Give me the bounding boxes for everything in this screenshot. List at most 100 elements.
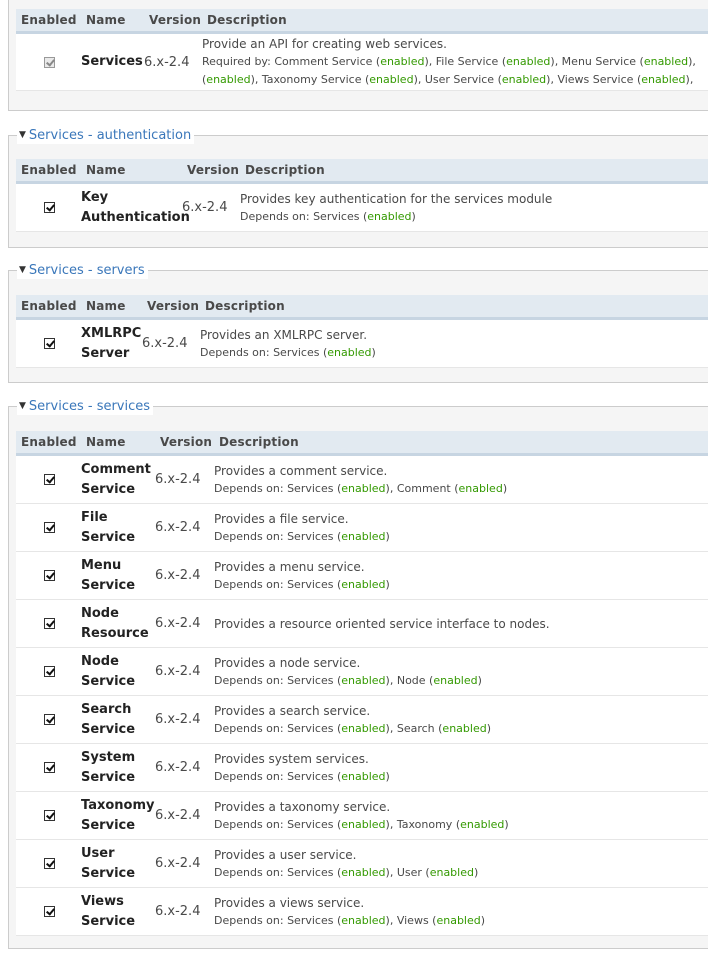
legend-text[interactable]: Services - services [29,398,150,415]
table-header: Enabled Name Version Description [16,159,708,184]
module-name: Services [81,32,144,91]
col-name: Name [81,9,144,34]
module-version: 6.x-2.4 [142,318,200,368]
enabled-cell [16,551,81,600]
col-name: Name [81,295,142,320]
collapse-arrow-icon[interactable]: ▼ [19,398,26,415]
enabled-checkbox[interactable] [44,810,55,821]
description-text: Provides a search service. [214,703,371,718]
legend-text[interactable]: Services - authentication [29,127,191,144]
table-row: XMLRPC Server 6.x-2.4 Provides an XMLRPC … [16,318,708,368]
enabled-cell [16,454,81,504]
module-description: Provides a menu service. Depends on: Serv… [214,551,708,600]
module-version: 6.x-2.4 [155,551,214,600]
module-name-line-1: Key [81,189,109,205]
collapse-arrow-icon[interactable]: ▼ [19,262,26,279]
enabled-checkbox[interactable] [44,714,55,725]
module-name: Key Authentication [81,182,190,232]
enabled-status: enabled [341,577,386,591]
col-description: Description [214,431,708,456]
module-name: Node Resource [81,599,155,648]
module-name-line-2: Service [81,913,136,929]
col-version: Version [142,295,200,320]
enabled-checkbox[interactable] [44,202,55,213]
module-table-services: Enabled Name Version Description Comment… [16,431,708,936]
col-enabled: Enabled [16,159,81,184]
module-description: Provides system services. Depends on: Ser… [214,743,708,792]
enabled-checkbox[interactable] [44,570,55,581]
module-name-line-2: Resource [81,625,149,641]
depends-label: Depends on: Services [200,345,320,359]
table-header: Enabled Name Version Description [16,295,708,320]
module-name-line-2: Server [81,345,130,361]
enabled-cell [16,32,81,91]
module-name-line-2: Service [81,481,136,497]
description-text: Provides a menu service. [214,559,365,574]
module-name-line-2: Service [81,577,136,593]
col-description: Description [200,295,708,320]
legend-text[interactable]: Services - servers [29,262,145,279]
module-table-core: Enabled Name Version Description Service… [16,9,708,91]
table-row: Services 6.x-2.4 Provide an API for crea… [16,32,708,91]
col-version: Version [144,9,202,34]
module-name-line-2: Service [81,721,136,737]
enabled-status: enabled [442,721,487,735]
module-name-line-2: Service [81,769,136,785]
description-text: Provides system services. [214,751,369,766]
enabled-checkbox[interactable] [44,338,55,349]
col-version: Version [155,431,214,456]
depends-on: Depends on: Services (enabled), Views (e… [214,913,486,927]
fieldset-legend[interactable]: ▼ Services - servers [17,262,148,279]
module-description: Provides an XMLRPC server. Depends on: S… [200,318,708,368]
enabled-status: enabled [458,481,503,495]
enabled-cell [16,318,81,368]
enabled-checkbox[interactable] [44,666,55,677]
module-name: Node Service [81,647,155,696]
table-row: Views Service 6.x-2.4 Provides a views serv… [16,887,708,936]
enabled-status: enabled [341,673,386,687]
module-name: Taxonomy Service [81,791,155,840]
module-version: 6.x-2.4 [155,839,214,888]
collapse-arrow-icon[interactable]: ▼ [19,127,26,144]
enabled-status: enabled [460,817,505,831]
module-version: 6.x-2.4 [155,503,214,552]
depends-on: Depends on: Services (enabled), Node (en… [214,673,482,687]
module-name: File Service [81,503,155,552]
fieldset-legend[interactable]: ▼ Services - authentication [17,127,195,144]
module-version: 6.x-2.4 [155,791,214,840]
module-name-line-1: XMLRPC [81,325,142,341]
enabled-checkbox[interactable] [44,474,55,485]
module-description: Provides a search service. Depends on: Se… [214,695,708,744]
enabled-checkbox[interactable] [44,762,55,773]
module-name-line-2: Service [81,673,136,689]
module-version: 6.x-2.4 [182,182,240,232]
enabled-checkbox[interactable] [44,618,55,629]
module-description: Provides a comment service. Depends on: S… [214,454,708,504]
enabled-checkbox[interactable] [44,522,55,533]
module-name-line-1: Node [81,653,119,669]
module-description: Provides key authentication for the serv… [240,182,708,232]
module-name-line-1: Search [81,701,132,717]
module-description: Provides a taxonomy service. Depends on: … [214,791,708,840]
fieldset-services-authentication: ▼ Services - authentication Enabled Name … [8,127,708,248]
depends-on: Depends on: Services (enabled) [214,769,390,783]
enabled-cell [16,599,81,648]
enabled-status: enabled [206,73,251,86]
enabled-status: enabled [341,721,386,735]
module-name: Views Service [81,887,155,936]
enabled-checkbox[interactable] [44,906,55,917]
enabled-cell [16,647,81,696]
fieldset-legend[interactable]: ▼ Services - services [17,398,154,415]
enabled-checkbox[interactable] [44,858,55,869]
enabled-checkbox[interactable] [44,56,55,68]
depends-on: Depends on: Services (enabled) [214,529,390,543]
description-text: Provides a resource oriented service int… [214,616,550,631]
depends-on: Depends on: Services (enabled), Comment … [214,481,508,495]
module-description: Provides a user service. Depends on: Serv… [214,839,708,888]
table-row: Taxonomy Service 6.x-2.4 Provides a taxonom… [16,791,708,840]
module-name-line-1: Views [81,893,124,909]
module-version: 6.x-2.4 [155,647,214,696]
enabled-status: enabled [501,73,547,86]
table-row: User Service 6.x-2.4 Provides a user servic… [16,839,708,888]
enabled-status: enabled [341,913,386,927]
